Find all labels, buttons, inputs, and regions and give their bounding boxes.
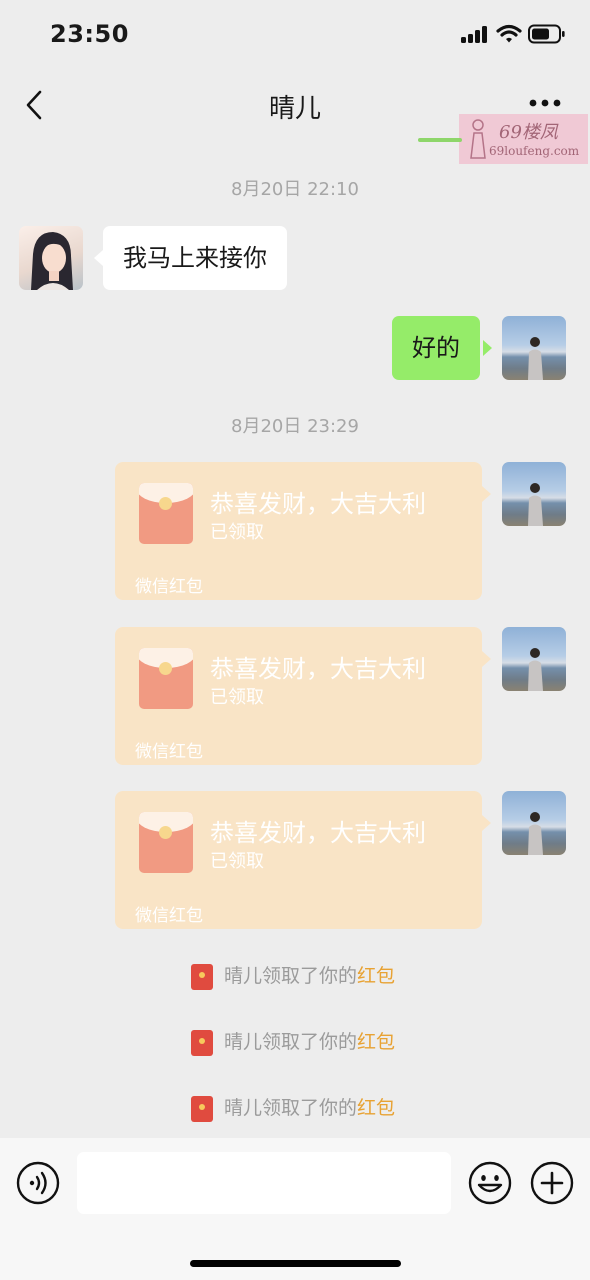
system-notice: 晴儿领取了你的红包 [191, 1093, 395, 1122]
my-avatar[interactable] [502, 627, 566, 691]
bubble-tail [94, 250, 103, 266]
my-avatar[interactable] [502, 316, 566, 380]
system-notice: 晴儿领取了你的红包 [191, 961, 395, 990]
watermark-title: 69楼凤 [499, 122, 558, 143]
red-packet-icon [191, 1095, 213, 1122]
red-envelope-icon [139, 483, 193, 544]
message-bubble-incoming[interactable]: 我马上来接你 [103, 226, 287, 290]
red-packet-card[interactable]: 恭喜发财，大吉大利 已领取 微信红包 [115, 791, 482, 929]
boy-portrait-icon [528, 483, 543, 526]
wifi-icon [496, 24, 522, 43]
watermark-stroke [418, 138, 462, 142]
contact-avatar[interactable] [19, 226, 83, 290]
boy-portrait-icon [528, 337, 543, 380]
red-packet-status: 已领取 [210, 851, 264, 872]
red-packet-title: 恭喜发财，大吉大利 [210, 655, 426, 683]
boy-portrait-icon [528, 648, 543, 691]
timestamp: 8月20日 23:29 [231, 416, 359, 437]
girl-portrait-icon [31, 232, 73, 290]
voice-icon[interactable] [16, 1161, 60, 1205]
red-packet-label: 微信红包 [135, 742, 203, 762]
message-input[interactable] [77, 1152, 451, 1214]
red-packet-label: 微信红包 [135, 906, 203, 926]
battery-icon [528, 24, 565, 44]
more-icon[interactable] [528, 96, 562, 110]
emoji-icon[interactable] [468, 1161, 512, 1205]
plus-icon[interactable] [530, 1161, 574, 1205]
red-packet-icon [191, 963, 213, 990]
boy-portrait-icon [528, 812, 543, 855]
figure-icon [470, 119, 486, 159]
bubble-tail [482, 815, 491, 831]
my-avatar[interactable] [502, 791, 566, 855]
red-packet-link[interactable]: 红包 [357, 1031, 395, 1053]
timestamp: 8月20日 22:10 [231, 179, 359, 200]
red-packet-link[interactable]: 红包 [357, 965, 395, 987]
red-packet-title: 恭喜发财，大吉大利 [210, 819, 426, 847]
notice-text: 晴儿领取了你的 [224, 1031, 358, 1053]
notice-text: 晴儿领取了你的 [224, 965, 358, 987]
bubble-tail [483, 340, 492, 356]
my-avatar[interactable] [502, 462, 566, 526]
home-indicator [190, 1260, 401, 1267]
red-packet-icon [191, 1029, 213, 1056]
system-notice: 晴儿领取了你的红包 [191, 1027, 395, 1056]
red-envelope-icon [139, 648, 193, 709]
red-packet-label: 微信红包 [135, 577, 203, 597]
bubble-tail [482, 651, 491, 667]
red-packet-title: 恭喜发财，大吉大利 [210, 490, 426, 518]
bubble-tail [482, 486, 491, 502]
status-time: 23:50 [50, 20, 129, 48]
red-packet-status: 已领取 [210, 687, 264, 708]
red-packet-card[interactable]: 恭喜发财，大吉大利 已领取 微信红包 [115, 462, 482, 600]
input-bar [0, 1138, 590, 1280]
red-packet-link[interactable]: 红包 [357, 1097, 395, 1119]
red-packet-card[interactable]: 恭喜发财，大吉大利 已领取 微信红包 [115, 627, 482, 765]
red-packet-status: 已领取 [210, 522, 264, 543]
signal-icon [461, 26, 489, 43]
watermark-logo: 69楼凤 69loufeng.com [459, 114, 588, 164]
message-bubble-outgoing[interactable]: 好的 [392, 316, 480, 380]
red-envelope-icon [139, 812, 193, 873]
watermark-url: 69loufeng.com [489, 144, 580, 158]
notice-text: 晴儿领取了你的 [224, 1097, 358, 1119]
